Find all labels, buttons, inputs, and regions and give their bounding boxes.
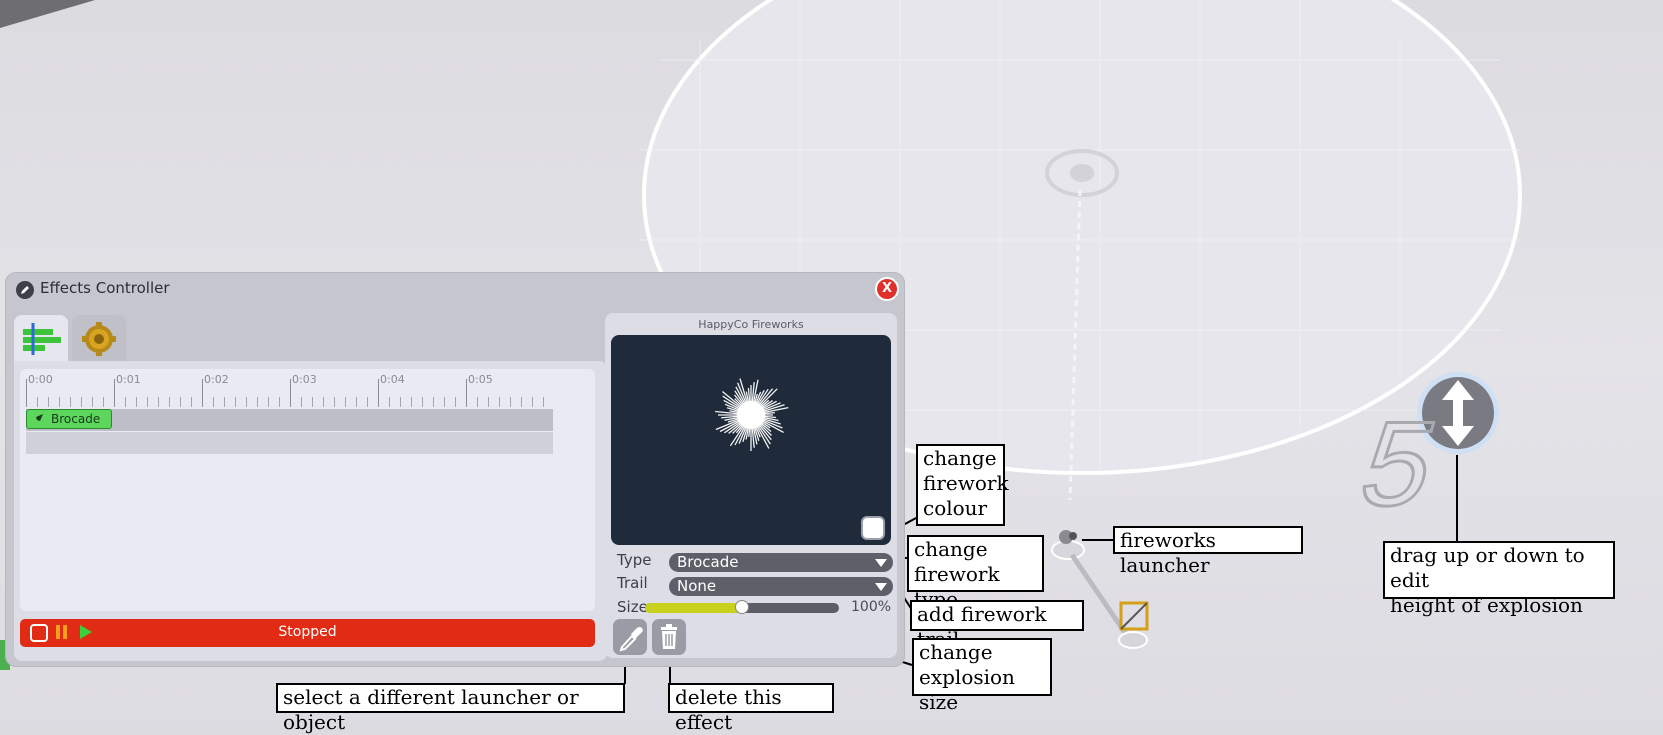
timeline-ruler: 0:00 0:01 0:02 0:03 0:04 0:05 — [26, 369, 553, 407]
trash-icon — [661, 624, 677, 649]
chevron-down-icon — [875, 559, 887, 567]
chevron-down-icon — [875, 583, 887, 591]
height-digit: 5 — [1348, 396, 1451, 531]
size-value: 100% — [851, 599, 892, 615]
callout-delete-effect: delete this effect — [668, 683, 834, 734]
eyedropper-icon — [619, 627, 643, 652]
playback-status-bar: Stopped — [20, 619, 595, 647]
timeline-icon — [23, 323, 61, 355]
scene-dark-corner — [0, 0, 95, 28]
effect-block-label: Brocade — [51, 412, 101, 426]
effect-block-brocade[interactable]: Brocade — [26, 409, 112, 429]
type-select[interactable]: Brocade — [669, 553, 893, 572]
timeline-panel: 0:00 0:01 0:02 0:03 0:04 0:05 Brocade St… — [14, 361, 607, 661]
size-label: Size — [617, 598, 648, 616]
trail-label: Trail — [617, 574, 648, 592]
tick-label: 0:02 — [204, 373, 229, 386]
rocket-icon — [33, 414, 43, 424]
callout-fireworks-launcher: fireworks launcher — [1113, 526, 1303, 577]
tick-label: 0:04 — [380, 373, 405, 386]
size-slider-handle[interactable] — [735, 600, 749, 614]
status-text: Stopped — [278, 624, 337, 640]
type-label: Type — [617, 551, 652, 569]
window-title: Effects Controller — [40, 279, 170, 297]
tab-settings[interactable] — [72, 315, 126, 363]
close-button[interactable]: X — [875, 277, 899, 301]
tab-timeline[interactable] — [14, 315, 68, 363]
size-slider-fill — [645, 603, 742, 613]
effects-controller-window[interactable]: Effects Controller X 0:00 0:01 0:02 0:03… — [6, 273, 904, 666]
firework-preview — [611, 335, 891, 545]
trail-select[interactable]: None — [669, 577, 893, 596]
effect-preview-panel: HappyCo Fireworks Type Brocade Trail Non… — [605, 313, 897, 658]
preview-title: HappyCo Fireworks — [698, 318, 804, 331]
gear-icon — [82, 322, 116, 356]
delete-button[interactable] — [652, 619, 686, 655]
pencil-icon — [16, 281, 34, 299]
firework-colour-swatch[interactable] — [861, 516, 885, 540]
tick-label: 0:00 — [28, 373, 53, 386]
trail-select-value: None — [677, 577, 717, 595]
timeline-area[interactable]: 0:00 0:01 0:02 0:03 0:04 0:05 Brocade — [20, 369, 595, 611]
callout-drag-height: drag up or down to edit height of explos… — [1383, 541, 1615, 617]
callout-add-trail: add firework trail — [910, 600, 1084, 651]
callout-select-launcher: select a different launcher or object — [276, 683, 625, 734]
callout-change-size: change explosion size — [912, 638, 1052, 714]
eyedropper-button[interactable] — [613, 619, 647, 655]
tick-label: 0:01 — [116, 373, 141, 386]
callout-change-colour: change firework colour — [916, 444, 1009, 526]
window-title-bar[interactable]: Effects Controller X — [6, 273, 904, 305]
callout-change-type: change firework type — [907, 535, 1044, 611]
size-slider[interactable] — [645, 600, 839, 614]
tick-label: 0:03 — [292, 373, 317, 386]
firework-burst-icon — [715, 378, 789, 451]
timeline-track-empty[interactable] — [26, 432, 553, 454]
tick-label: 0:05 — [468, 373, 493, 386]
type-select-value: Brocade — [677, 553, 739, 571]
